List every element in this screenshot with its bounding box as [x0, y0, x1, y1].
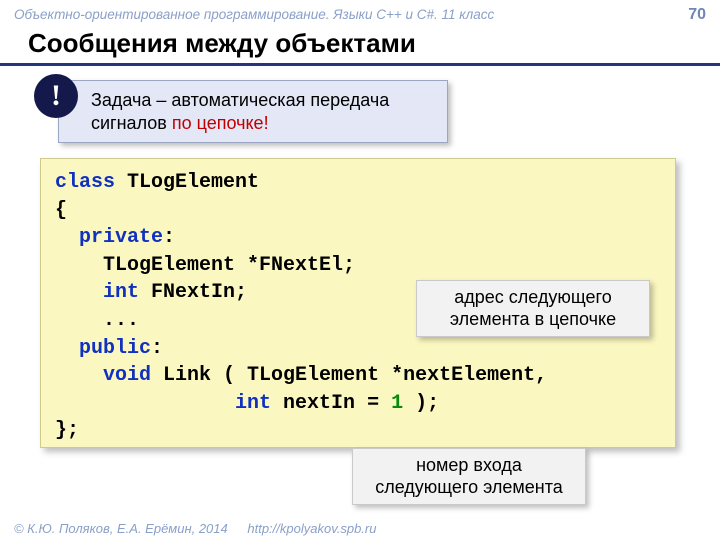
slide-title: Сообщения между объектами	[0, 26, 720, 66]
task-box: Задача – автоматическая передача сигнало…	[58, 80, 448, 143]
task-emphasis: по цепочке!	[172, 113, 269, 133]
task-line1: Задача – автоматическая передача	[91, 89, 435, 112]
header-bar: Объектно-ориентированное программировани…	[0, 0, 720, 26]
page-number: 70	[688, 6, 706, 24]
footer: © К.Ю. Поляков, Е.А. Ерёмин, 2014 http:/…	[14, 521, 376, 536]
callout-input-number: номер входа следующего элемента	[352, 448, 586, 505]
task-block: Задача – автоматическая передача сигнало…	[28, 80, 720, 140]
course-title: Объектно-ориентированное программировани…	[14, 7, 494, 22]
exclamation-icon: !	[34, 74, 78, 118]
footer-url: http://kpolyakov.spb.ru	[247, 521, 376, 536]
callout-address: адрес следующего элемента в цепочке	[416, 280, 650, 337]
task-line2: сигналов по цепочке!	[91, 112, 435, 135]
copyright: © К.Ю. Поляков, Е.А. Ерёмин, 2014	[14, 521, 228, 536]
